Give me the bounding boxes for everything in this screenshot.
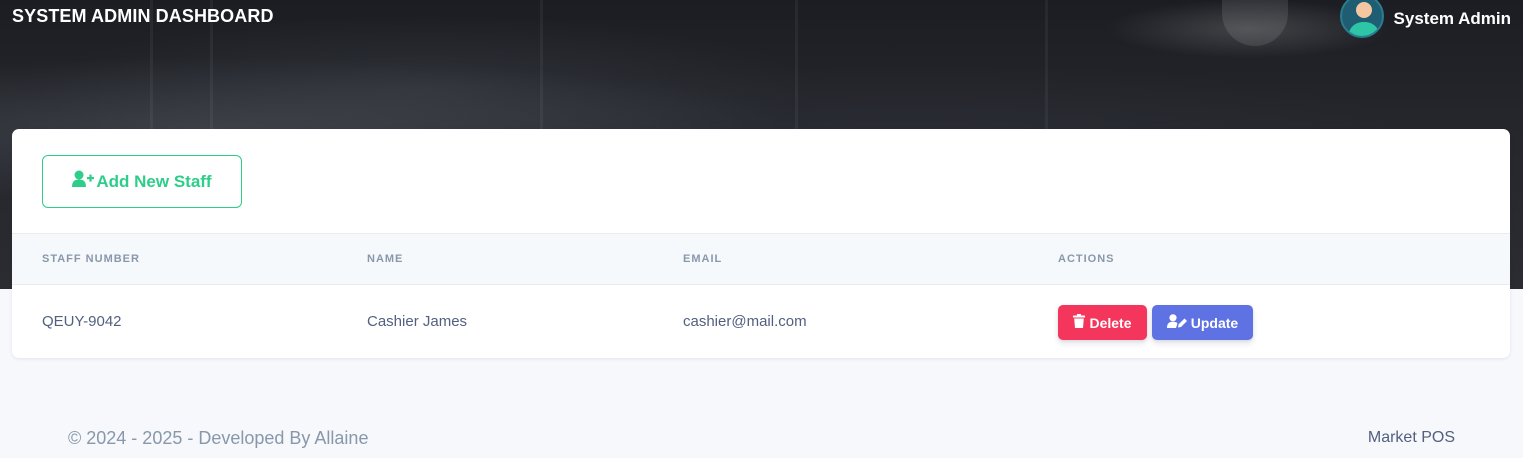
footer-copyright: © 2024 - 2025 - Developed By Allaine [68,428,369,448]
table-header: STAFF NUMBER NAME EMAIL ACTIONS [12,233,1510,285]
delete-label: Delete [1089,314,1132,331]
footer-app-name[interactable]: Market POS [1368,429,1455,447]
user-avatar-icon[interactable] [1339,0,1384,38]
column-header-actions: ACTIONS [1058,253,1115,265]
trash-icon [1073,314,1086,331]
dashboard-title: SYSTEM ADMIN DASHBOARD [12,6,274,26]
column-header-name: NAME [367,253,404,265]
cell-name: Cashier James [367,313,468,330]
user-menu[interactable]: System Admin [1339,0,1511,38]
column-header-staff-number: STAFF NUMBER [42,253,140,265]
user-edit-icon [1166,314,1187,331]
cell-email: cashier@mail.com [683,313,807,330]
staff-card: Add New Staff STAFF NUMBER NAME EMAIL AC… [12,129,1510,358]
table-row: QEUY-9042 Cashier James cashier@mail.com… [12,285,1510,358]
update-label: Update [1190,314,1239,331]
add-new-staff-button[interactable]: Add New Staff [42,155,242,208]
column-header-email: EMAIL [683,253,723,265]
delete-button[interactable]: Delete [1058,305,1147,340]
user-name[interactable]: System Admin [1394,9,1511,29]
user-plus-icon [72,170,95,193]
cell-staff-number: QEUY-9042 [42,313,122,330]
update-button[interactable]: Update [1152,305,1253,340]
add-new-staff-label: Add New Staff [96,171,212,191]
background-lamp [1222,0,1288,46]
